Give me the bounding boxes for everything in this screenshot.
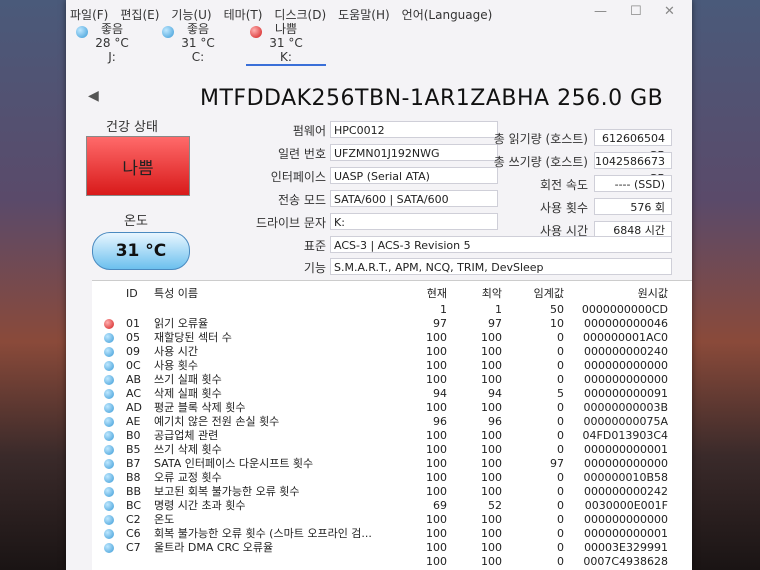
health-good-icon bbox=[104, 515, 114, 525]
firmware-value: HPC0012 bbox=[330, 121, 498, 138]
health-bad-icon bbox=[104, 319, 114, 329]
drive-selector: 좋음 28 °C J: 좋음 31 °C C: 나쁨 31 °C K: bbox=[66, 22, 692, 78]
drive-k[interactable]: 나쁨 31 °C K: bbox=[246, 22, 326, 66]
table-header: ID 특성 이름 현재 최악 임계값 원시값 bbox=[92, 285, 692, 302]
interface-label: 인터페이스 bbox=[270, 170, 326, 184]
drive-letter: J: bbox=[108, 50, 116, 64]
health-good-icon bbox=[104, 389, 114, 399]
previous-drive-icon[interactable]: ◀ bbox=[88, 88, 99, 104]
firmware-label: 펌웨어 bbox=[292, 124, 326, 138]
health-good-icon bbox=[104, 529, 114, 539]
power-on-count-value: 576 회 bbox=[594, 198, 672, 215]
temperature-badge[interactable]: 31 °C bbox=[92, 232, 190, 270]
close-icon[interactable]: ✕ bbox=[664, 4, 675, 19]
drive-temp: 31 °C bbox=[269, 36, 303, 50]
crystaldiskinfo-window: 파일(F) 편집(E) 기능(U) 테마(T) 디스크(D) 도움말(H) 언어… bbox=[66, 0, 692, 570]
col-raw[interactable]: 원시값 bbox=[564, 285, 668, 302]
health-good-icon bbox=[104, 333, 114, 343]
total-reads-label: 총 읽기량 (호스트) bbox=[493, 132, 588, 146]
health-good-icon bbox=[104, 347, 114, 357]
health-good-icon bbox=[104, 487, 114, 497]
serial-label: 일련 번호 bbox=[278, 147, 326, 161]
standard-value: ACS-3 | ACS-3 Revision 5 bbox=[330, 236, 672, 253]
total-reads-value: 612606504 GB bbox=[594, 129, 672, 162]
transfer-mode-label: 전송 모드 bbox=[278, 193, 326, 207]
rotation-speed-value: ---- (SSD) bbox=[594, 175, 672, 192]
transfer-mode-value: SATA/600 | SATA/600 bbox=[330, 190, 498, 207]
col-threshold[interactable]: 임계값 bbox=[524, 285, 564, 302]
maximize-icon[interactable]: ☐ bbox=[630, 4, 642, 19]
drive-letter: C: bbox=[191, 50, 205, 64]
interface-value: UASP (Serial ATA) bbox=[330, 167, 498, 184]
health-good-icon bbox=[104, 459, 114, 469]
col-worst[interactable]: 최악 bbox=[462, 285, 502, 302]
health-good-icon bbox=[104, 543, 114, 553]
health-good-icon bbox=[104, 473, 114, 483]
health-good-icon bbox=[76, 26, 88, 38]
health-good-icon bbox=[104, 361, 114, 371]
drive-j[interactable]: 좋음 28 °C J: bbox=[72, 22, 152, 64]
health-good-icon bbox=[104, 445, 114, 455]
features-label: 기능 bbox=[303, 261, 326, 275]
smart-attribute-table: ID 특성 이름 현재 최악 임계값 원시값 1 1 50 0000000000CD 0… bbox=[92, 280, 692, 570]
health-status-label: 건강 상태 bbox=[106, 120, 158, 135]
standard-label: 표준 bbox=[303, 239, 326, 253]
drive-letter: K: bbox=[280, 50, 292, 64]
total-writes-label: 총 쓰기량 (호스트) bbox=[493, 155, 588, 169]
rotation-speed-label: 회전 속도 bbox=[540, 178, 588, 192]
health-good-icon bbox=[162, 26, 174, 38]
health-bad-icon bbox=[250, 26, 262, 38]
health-good-icon bbox=[104, 403, 114, 413]
drive-model-title: MTFDDAK256TBN-1AR1ZABHA 256.0 GB bbox=[200, 86, 664, 111]
health-good-icon bbox=[104, 375, 114, 385]
power-on-count-label: 사용 횟수 bbox=[540, 201, 588, 215]
serial-value: UFZMN01J192NWG bbox=[330, 144, 498, 161]
health-status-badge[interactable]: 나쁨 bbox=[86, 136, 190, 196]
drive-temp: 28 °C bbox=[95, 36, 129, 50]
health-good-icon bbox=[104, 431, 114, 441]
drive-c[interactable]: 좋음 31 °C C: bbox=[158, 22, 238, 64]
drive-letter-value: K: bbox=[330, 213, 498, 230]
health-good-icon bbox=[104, 417, 114, 427]
total-writes-value: 1042586673 GB bbox=[594, 152, 672, 185]
col-id[interactable]: ID bbox=[126, 285, 152, 302]
col-current[interactable]: 현재 bbox=[407, 285, 447, 302]
col-name[interactable]: 특성 이름 bbox=[154, 285, 424, 302]
temperature-label: 온도 bbox=[124, 214, 148, 229]
minimize-icon[interactable]: — bbox=[594, 4, 607, 19]
drive-letter-label: 드라이브 문자 bbox=[255, 216, 326, 230]
drive-temp: 31 °C bbox=[181, 36, 215, 50]
health-good-icon bbox=[104, 501, 114, 511]
features-value: S.M.A.R.T., APM, NCQ, TRIM, DevSleep bbox=[330, 258, 672, 275]
